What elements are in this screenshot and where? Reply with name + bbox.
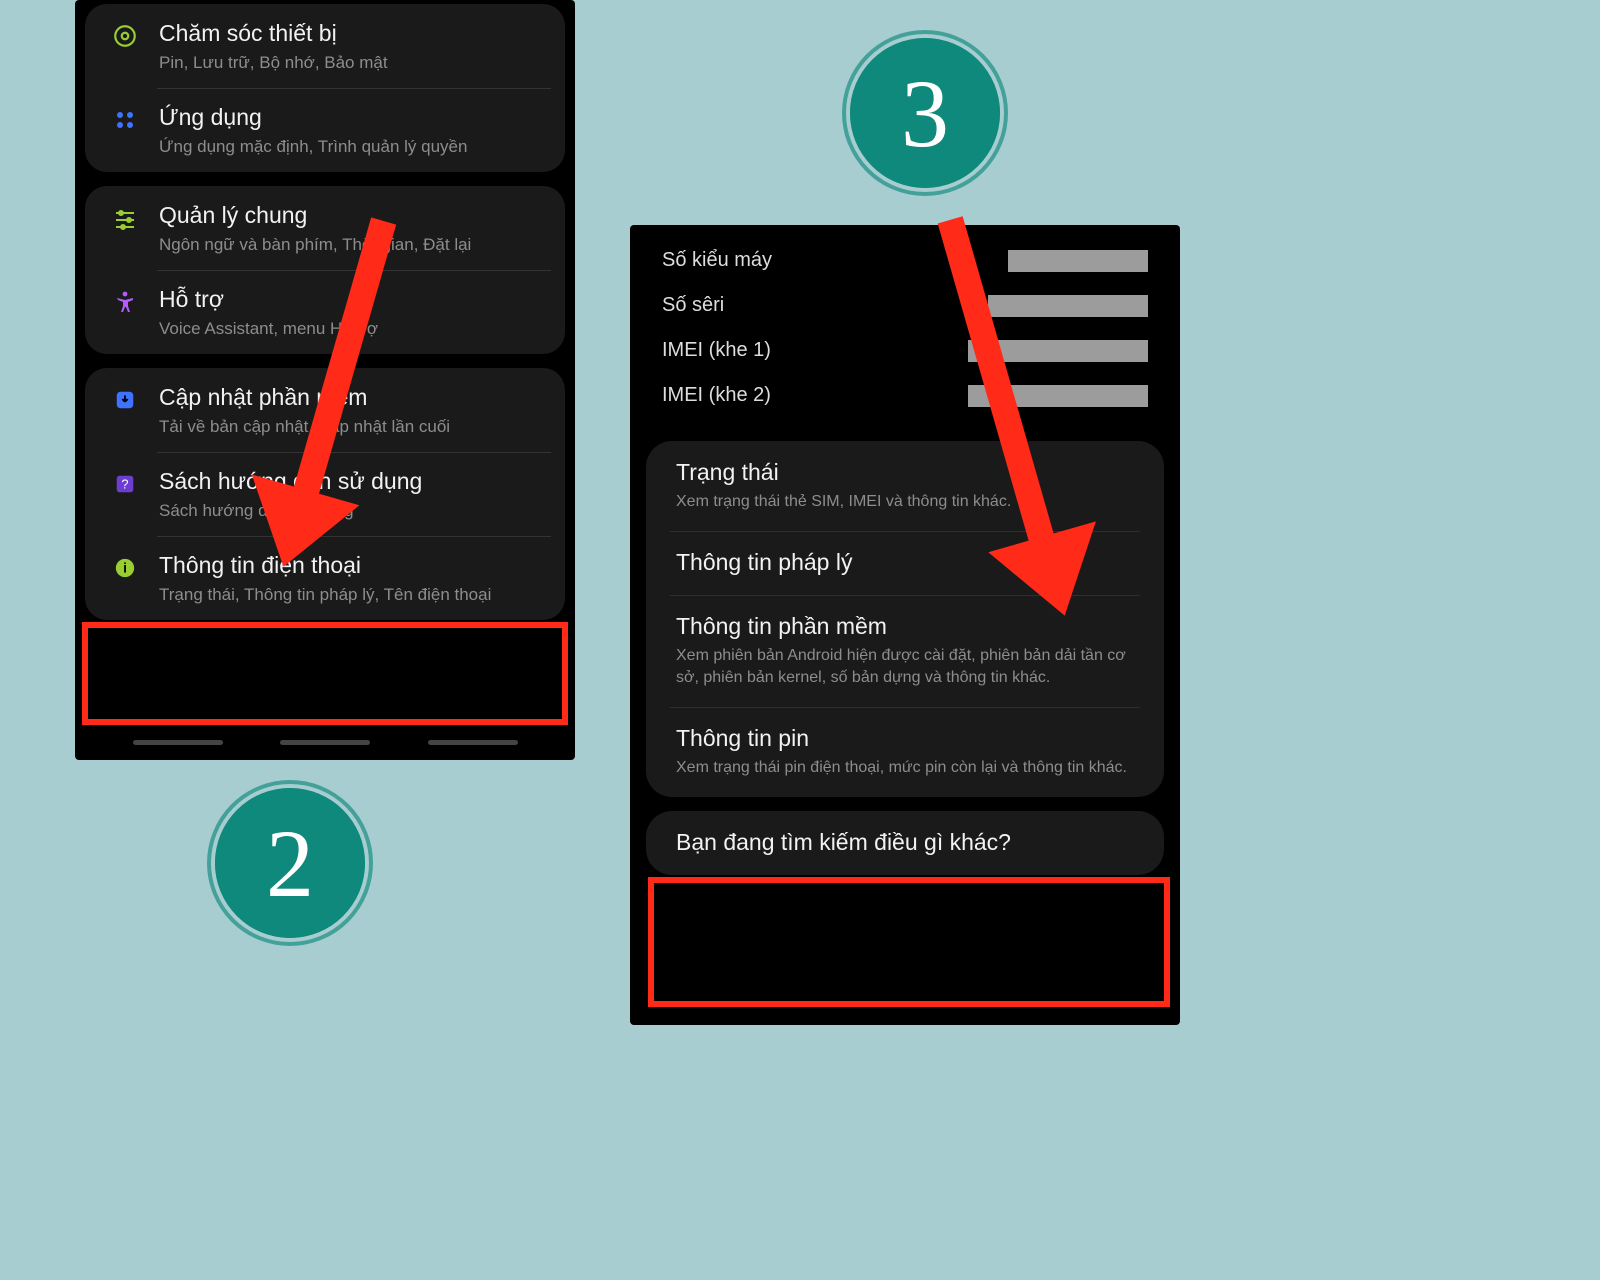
info-label: Số kiểu máy [662,249,772,272]
item-title: Quản lý chung [159,200,547,230]
item-title: Trạng thái [676,457,1140,487]
info-label: IMEI (khe 1) [662,339,771,362]
settings-item-accessibility[interactable]: Hỗ trợ Voice Assistant, menu Hỗ trợ [85,270,565,354]
device-info-block: Số kiểu máy Số sêri IMEI (khe 1) IMEI (k… [630,225,1180,437]
step-badge-2: 2 [215,788,365,938]
redacted-value [968,385,1148,407]
redacted-value [968,340,1148,362]
about-phone-group-more: Bạn đang tìm kiếm điều gì khác? [646,811,1164,875]
info-label: Số sêri [662,294,724,317]
item-title: Thông tin pin [676,723,1140,753]
item-subtitle: Sách hướng dẫn sử dụng [159,500,547,522]
settings-item-apps[interactable]: Ứng dụng Ứng dụng mặc định, Trình quản l… [85,88,565,172]
item-title: Bạn đang tìm kiếm điều gì khác? [676,827,1140,857]
settings-group-general: Quản lý chung Ngôn ngữ và bàn phím, Thời… [85,186,565,354]
device-care-icon [111,22,139,50]
settings-group-system: Cập nhật phần mềm Tải về bản cập nhật, C… [85,368,565,620]
settings-item-general-management[interactable]: Quản lý chung Ngôn ngữ và bàn phím, Thời… [85,186,565,270]
redacted-value [988,295,1148,317]
accessibility-icon [111,288,139,316]
redacted-value [1008,250,1148,272]
item-subtitle: Voice Assistant, menu Hỗ trợ [159,318,547,340]
info-row-imei2[interactable]: IMEI (khe 2) [662,384,1148,407]
help-icon: ? [111,470,139,498]
item-subtitle: Pin, Lưu trữ, Bộ nhớ, Bảo mật [159,52,547,74]
item-subtitle: Ngôn ngữ và bàn phím, Thời gian, Đặt lại [159,234,547,256]
about-item-battery-info[interactable]: Thông tin pin Xem trạng thái pin điện th… [646,707,1164,797]
info-row-imei1[interactable]: IMEI (khe 1) [662,339,1148,362]
about-item-looking-for[interactable]: Bạn đang tìm kiếm điều gì khác? [646,811,1164,875]
settings-item-software-update[interactable]: Cập nhật phần mềm Tải về bản cập nhật, C… [85,368,565,452]
item-title: Sách hướng dẫn sử dụng [159,466,547,496]
item-title: Cập nhật phần mềm [159,382,547,412]
item-subtitle: Ứng dụng mặc định, Trình quản lý quyền [159,136,547,158]
item-subtitle: Xem trạng thái thẻ SIM, IMEI và thông ti… [676,491,1140,513]
item-subtitle: Tải về bản cập nhật, Cập nhật lần cuối [159,416,547,438]
info-icon: i [111,554,139,582]
item-subtitle: Xem trạng thái pin điện thoại, mức pin c… [676,757,1140,779]
about-item-legal[interactable]: Thông tin pháp lý [646,531,1164,595]
apps-icon [111,106,139,134]
svg-text:i: i [123,561,127,576]
item-title: Thông tin pháp lý [676,547,1140,577]
item-subtitle: Trạng thái, Thông tin pháp lý, Tên điện … [159,584,547,606]
settings-item-about-phone[interactable]: i Thông tin điện thoại Trạng thái, Thông… [85,536,565,620]
about-item-status[interactable]: Trạng thái Xem trạng thái thẻ SIM, IMEI … [646,441,1164,531]
item-title: Chăm sóc thiết bị [159,18,547,48]
item-title: Hỗ trợ [159,284,547,314]
settings-item-device-care[interactable]: Chăm sóc thiết bị Pin, Lưu trữ, Bộ nhớ, … [85,4,565,88]
about-item-software-info[interactable]: Thông tin phần mềm Xem phiên bản Android… [646,595,1164,707]
item-subtitle: Xem phiên bản Android hiện được cài đặt,… [676,645,1140,689]
step-badge-3: 3 [850,38,1000,188]
settings-group-device: Chăm sóc thiết bị Pin, Lưu trữ, Bộ nhớ, … [85,4,565,172]
svg-text:?: ? [121,477,128,492]
item-title: Ứng dụng [159,102,547,132]
item-title: Thông tin điện thoại [159,550,547,580]
update-icon [111,386,139,414]
nav-bar[interactable] [75,732,575,754]
info-row-model[interactable]: Số kiểu máy [662,249,1148,272]
sliders-icon [111,204,139,232]
info-label: IMEI (khe 2) [662,384,771,407]
item-title: Thông tin phần mềm [676,611,1140,641]
info-row-serial[interactable]: Số sêri [662,294,1148,317]
settings-item-user-manual[interactable]: ? Sách hướng dẫn sử dụng Sách hướng dẫn … [85,452,565,536]
screenshot-step-3: Số kiểu máy Số sêri IMEI (khe 1) IMEI (k… [630,225,1180,1025]
screenshot-step-2: Chăm sóc thiết bị Pin, Lưu trữ, Bộ nhớ, … [75,0,575,760]
about-phone-group: Trạng thái Xem trạng thái thẻ SIM, IMEI … [646,441,1164,797]
